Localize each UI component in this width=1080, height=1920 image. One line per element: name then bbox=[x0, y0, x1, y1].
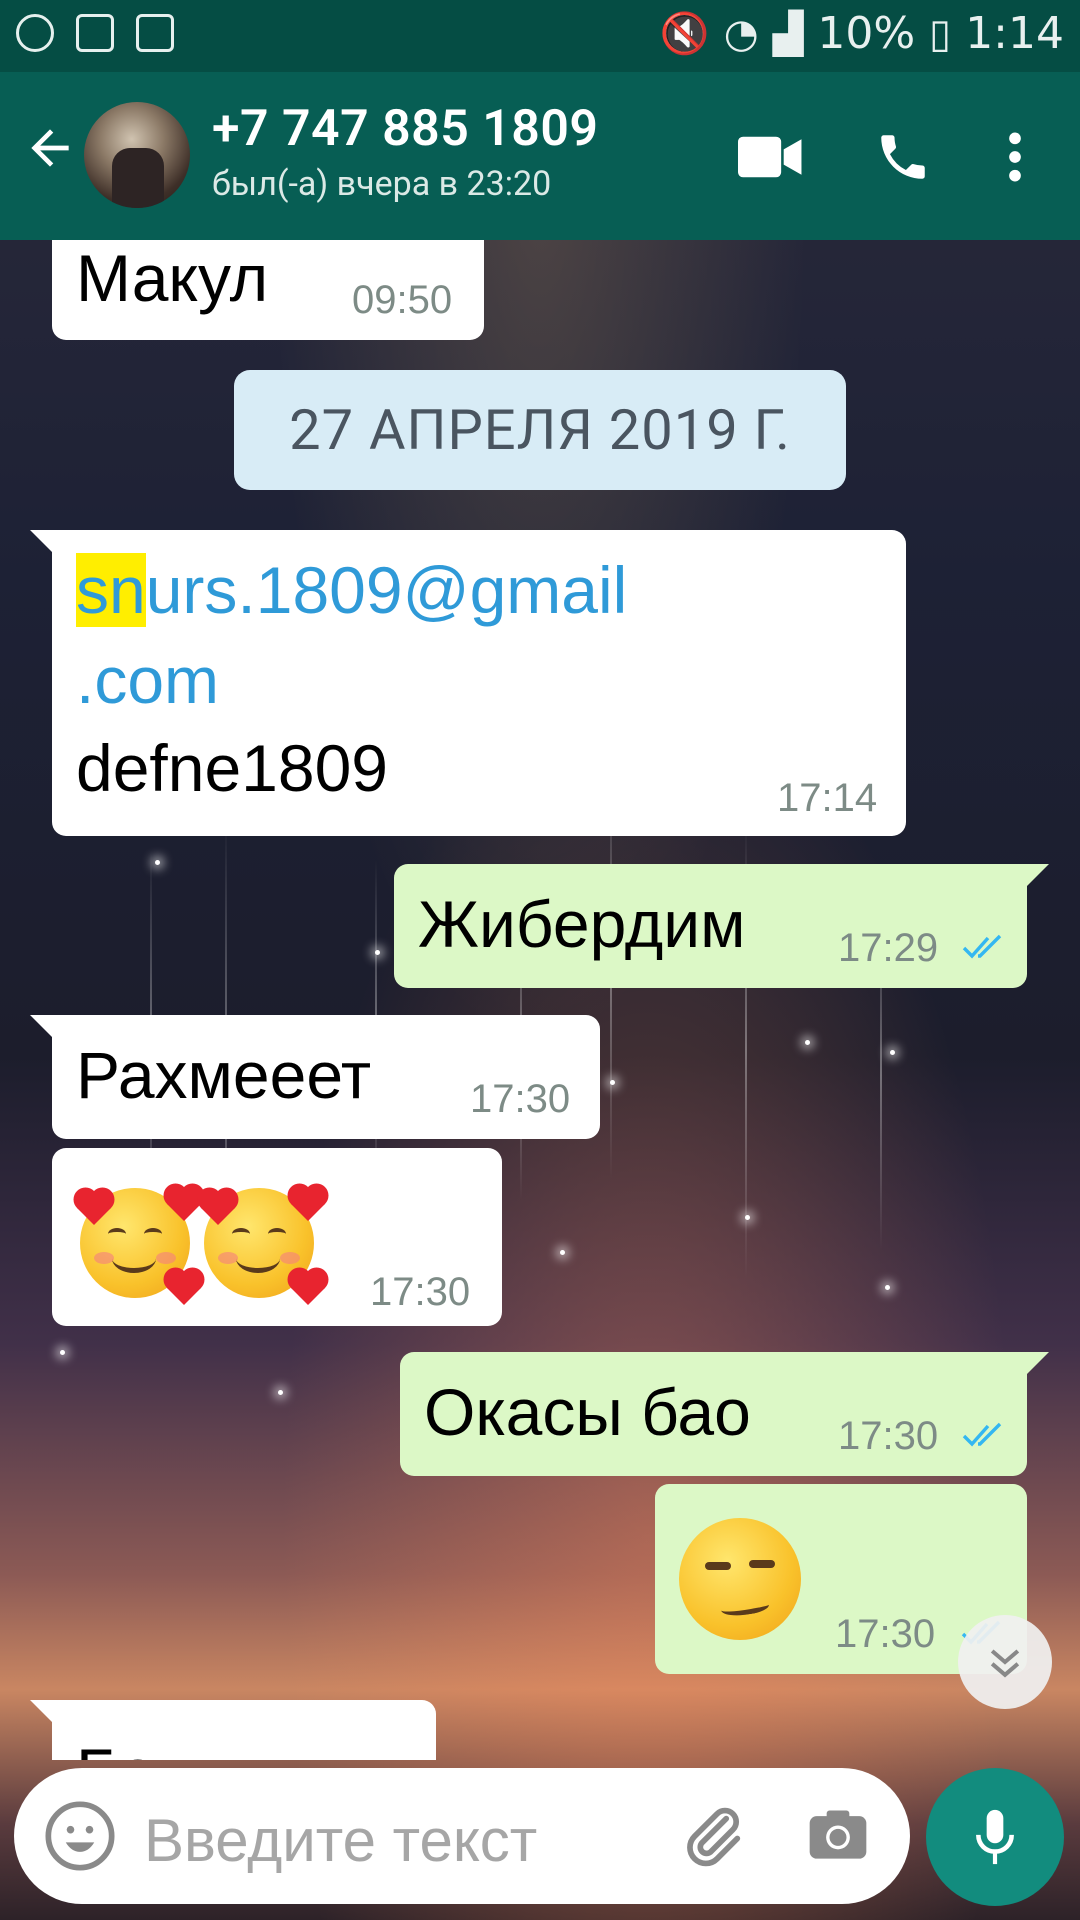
message-text: Рахмееет bbox=[76, 1038, 372, 1112]
status-bar: 🔇 ◔ ▟ 10% ▯ 1:14 bbox=[0, 0, 1080, 72]
voice-message-button[interactable] bbox=[926, 1768, 1064, 1906]
scroll-to-bottom-button[interactable] bbox=[958, 1615, 1052, 1709]
email-highlight: sn bbox=[76, 553, 146, 627]
message-time: 17:30 bbox=[470, 1077, 571, 1121]
message-time: 17:29 bbox=[838, 926, 939, 970]
scroll-down-icon bbox=[990, 1649, 1020, 1678]
chat-header: +7 747 885 1809 был(-а) вчера в 23:20 bbox=[0, 72, 1080, 240]
smiling-face-with-hearts-emoji bbox=[74, 1182, 201, 1305]
message-time: 09:50 bbox=[352, 278, 453, 322]
battery-icon: ▯ bbox=[929, 10, 952, 57]
read-ticks-icon bbox=[962, 934, 1002, 959]
smirking-face-emoji bbox=[675, 1514, 805, 1644]
message-outgoing[interactable]: Окасы бао 17:30 bbox=[400, 1352, 1049, 1476]
message-text: Макул bbox=[76, 241, 269, 315]
microphone-icon bbox=[976, 1809, 1014, 1865]
wifi-icon: ◔ bbox=[723, 10, 759, 57]
more-options-button[interactable] bbox=[970, 112, 1060, 202]
message-list[interactable]: Макул 09:50 27 АПРЕЛЯ 2019 Г. snurs.1809… bbox=[0, 240, 1080, 1760]
voice-call-button[interactable] bbox=[858, 112, 948, 202]
email-text: urs.1809@gmail bbox=[145, 553, 628, 627]
phone-icon bbox=[881, 135, 925, 179]
message-incoming[interactable]: Рахмееет 17:30 bbox=[30, 1015, 600, 1139]
contact-info[interactable]: +7 747 885 1809 был(-а) вчера в 23:20 bbox=[212, 100, 598, 204]
notification-icon bbox=[16, 14, 54, 52]
email-link[interactable]: snurs.1809@gmail bbox=[76, 552, 627, 628]
attach-icon[interactable] bbox=[674, 1798, 750, 1874]
more-options-icon bbox=[1009, 132, 1021, 182]
message-composer: Введите текст bbox=[14, 1768, 910, 1904]
video-call-button[interactable] bbox=[726, 112, 816, 202]
contact-name: +7 747 885 1809 bbox=[212, 100, 599, 158]
message-input[interactable]: Введите текст bbox=[144, 1806, 537, 1875]
message-text: defne1809 bbox=[76, 731, 388, 805]
message-time: 17:30 bbox=[835, 1612, 936, 1656]
camera-icon[interactable] bbox=[804, 1802, 872, 1870]
message-incoming[interactable]: Белл bbox=[30, 1700, 436, 1760]
message-time: 17:14 bbox=[777, 776, 878, 820]
avatar[interactable] bbox=[84, 102, 190, 208]
battery-percent: 10% bbox=[817, 8, 916, 59]
signal-icon: ▟ bbox=[772, 10, 804, 57]
screenshot-icon bbox=[136, 14, 174, 52]
message-text: Жибердим bbox=[418, 887, 746, 961]
message-time: 17:30 bbox=[370, 1270, 471, 1314]
message-outgoing[interactable]: Жибердим 17:29 bbox=[394, 864, 1049, 988]
message-incoming[interactable]: snurs.1809@gmail .com defne1809 17:14 bbox=[30, 530, 906, 836]
smiling-face-with-hearts-emoji bbox=[198, 1182, 325, 1305]
message-time: 17:30 bbox=[838, 1414, 939, 1458]
mail-icon bbox=[76, 14, 114, 52]
email-link-tail[interactable]: .com bbox=[76, 642, 219, 718]
video-call-icon bbox=[738, 136, 802, 178]
clock: 1:14 bbox=[965, 8, 1064, 59]
last-seen: был(-а) вчера в 23:20 bbox=[212, 164, 552, 204]
message-text: Окасы бао bbox=[424, 1375, 751, 1449]
date-separator: 27 АПРЕЛЯ 2019 Г. bbox=[234, 370, 846, 490]
read-ticks-icon bbox=[962, 1422, 1002, 1447]
back-arrow-icon[interactable] bbox=[22, 120, 78, 176]
emoji-icon[interactable] bbox=[42, 1798, 118, 1874]
message-text: Белл bbox=[76, 1734, 231, 1760]
message-incoming[interactable]: 17:30 bbox=[52, 1148, 502, 1326]
message-incoming[interactable]: Макул 09:50 bbox=[52, 240, 484, 340]
mute-icon: 🔇 bbox=[659, 11, 710, 57]
